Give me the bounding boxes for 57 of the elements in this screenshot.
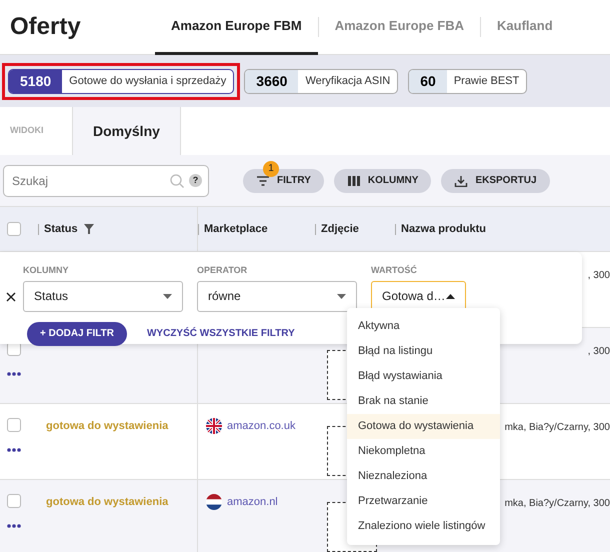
column-header[interactable]: Marketplace bbox=[204, 220, 268, 238]
views-label: WIDOKI bbox=[9, 124, 44, 138]
dropdown-option[interactable]: Znaleziono wiele listingów bbox=[347, 514, 500, 539]
status-chip[interactable]: 60 Prawie BEST bbox=[408, 68, 528, 94]
status-text: gotowa do wystawienia bbox=[45, 496, 168, 508]
search-field[interactable]: Szukaj ? bbox=[3, 164, 209, 196]
dropdown-option[interactable]: Brak na stanie bbox=[347, 389, 500, 414]
status-text: gotowa do wystawienia bbox=[45, 420, 168, 432]
toolbar-button[interactable]: EKSPORTUJ bbox=[441, 168, 550, 192]
dropdown-option[interactable]: Nieznaleziona bbox=[347, 464, 500, 489]
caret-icon bbox=[337, 294, 346, 298]
add-filter-button[interactable]: + DODAJ FILTR bbox=[27, 322, 127, 346]
caret-icon bbox=[446, 294, 455, 298]
product-name: , 300 bbox=[588, 346, 610, 357]
flag-icon bbox=[206, 418, 222, 434]
dropdown-option[interactable]: Niekompletna bbox=[347, 439, 500, 464]
dropdown-option[interactable]: Aktywna bbox=[347, 314, 500, 339]
flag-icon bbox=[206, 494, 222, 510]
more-icon[interactable] bbox=[7, 524, 21, 528]
row-checkbox[interactable] bbox=[7, 418, 21, 432]
field-label: WARTOŚĆ bbox=[371, 264, 418, 277]
column-header[interactable]: Zdjęcie bbox=[321, 220, 359, 238]
search-icon bbox=[170, 174, 184, 188]
status-chip[interactable]: 5180 Gotowe do wysłania i sprzedaży bbox=[8, 68, 234, 94]
dropdown-option[interactable]: Gotowa do wystawienia bbox=[347, 414, 500, 439]
product-name: mka, Bia?y/Czarny, 300 bbox=[504, 498, 610, 509]
more-icon[interactable] bbox=[7, 372, 21, 376]
download-icon bbox=[454, 174, 468, 186]
filter-icon bbox=[256, 174, 270, 186]
clear-filters-link[interactable]: WYCZYŚĆ WSZYSTKIE FILTRY bbox=[146, 326, 295, 341]
marketplace-tab[interactable]: Amazon Europe FBA bbox=[318, 0, 480, 54]
column-header[interactable]: Status bbox=[44, 220, 78, 238]
dropdown-option[interactable]: Błąd wystawiania bbox=[347, 364, 500, 389]
status-chip[interactable]: 3660 Weryfikacja ASIN bbox=[244, 68, 398, 94]
view-tab[interactable]: Domyślny bbox=[72, 107, 181, 155]
help-icon[interactable]: ? bbox=[189, 174, 202, 187]
columns-icon bbox=[346, 174, 361, 186]
select-field[interactable]: równe bbox=[197, 280, 357, 312]
close-icon[interactable] bbox=[6, 292, 16, 302]
select-all-checkbox[interactable] bbox=[7, 222, 21, 236]
marketplace-link[interactable]: amazon.co.uk bbox=[227, 418, 296, 434]
select-field[interactable]: Status bbox=[23, 280, 183, 312]
count-badge: 1 bbox=[263, 160, 279, 176]
page-title: Oferty bbox=[9, 12, 82, 42]
field-label: OPERATOR bbox=[197, 264, 248, 277]
row-checkbox[interactable] bbox=[7, 494, 21, 508]
dropdown-option[interactable]: Przetwarzanie bbox=[347, 489, 500, 514]
caret-icon bbox=[163, 294, 172, 298]
column-header[interactable]: Nazwa produktu bbox=[401, 220, 486, 238]
dropdown-option[interactable]: Błąd na listingu bbox=[347, 339, 500, 364]
product-name: , 300 bbox=[588, 270, 610, 281]
marketplace-link[interactable]: amazon.nl bbox=[227, 494, 278, 510]
toolbar-button[interactable]: KOLUMNY bbox=[334, 168, 432, 192]
product-name: mka, Bia?y/Czarny, 300 bbox=[504, 422, 610, 433]
marketplace-tab[interactable]: Kaufland bbox=[481, 0, 569, 54]
field-label: KOLUMNY bbox=[23, 264, 70, 277]
more-icon[interactable] bbox=[7, 448, 21, 452]
